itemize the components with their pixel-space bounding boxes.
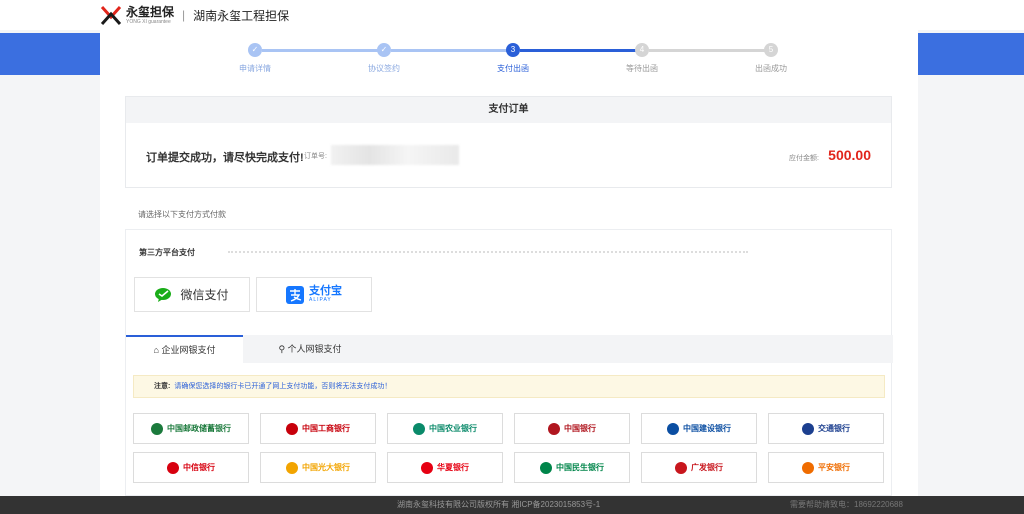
bank-name: 中国银行 bbox=[564, 424, 596, 433]
step-label: 出函成功 bbox=[755, 64, 787, 73]
bank-logo-icon bbox=[675, 461, 687, 474]
step-payment: 3 支付出函 bbox=[448, 42, 578, 74]
order-success-message: 订单提交成功，请尽快完成支付! bbox=[146, 152, 304, 164]
tab-enterprise-banking[interactable]: ⌂ 企业网银支付 bbox=[126, 335, 243, 363]
bank-tab-bar: ⌂ 企业网银支付 ⚲ 个人网银支付 bbox=[126, 335, 893, 363]
main-content: ✓ 申请详情 ✓ 协议签约 3 支付出函 4 等待出函 5 出函成功 支付订单 … bbox=[100, 30, 918, 496]
step-number: 4 bbox=[635, 43, 649, 57]
help-phone: 需要帮助请致电：18692220688 bbox=[790, 500, 903, 509]
bank-name: 中国光大银行 bbox=[302, 463, 350, 472]
step-success: 5 出函成功 bbox=[706, 42, 836, 74]
brand-separator: | bbox=[182, 8, 186, 22]
bank-logo-icon bbox=[540, 461, 552, 474]
tab-personal-banking[interactable]: ⚲ 个人网银支付 bbox=[250, 335, 370, 363]
bank-name: 华夏银行 bbox=[437, 463, 469, 472]
bank-logo-icon bbox=[413, 422, 425, 435]
tab-label: 个人网银支付 bbox=[287, 344, 342, 354]
tab-label: 企业网银支付 bbox=[161, 345, 216, 355]
step-label: 申请详情 bbox=[239, 64, 271, 73]
alipay-label: 支付宝 bbox=[309, 285, 342, 297]
bank-logo-icon bbox=[667, 422, 679, 435]
bank-name: 中国民生银行 bbox=[556, 463, 604, 472]
payment-methods: 第三方平台支付 微信支付 支付宝 ALIPAY ⌂ 企业网银支付 ⚲ 个人网银支… bbox=[125, 229, 893, 496]
copyright-text: 湖南永玺科技有限公司版权所有 湘ICP备2023015853号-1 bbox=[397, 500, 601, 509]
user-icon: ⚲ bbox=[278, 344, 288, 354]
payment-hint: 请选择以下支付方式付款 bbox=[138, 210, 226, 219]
bank-logo-icon bbox=[802, 461, 814, 474]
amount-due-label: 应付金额: bbox=[789, 155, 819, 162]
bank-name: 广发银行 bbox=[691, 463, 723, 472]
step-number: 3 bbox=[506, 43, 520, 57]
site-header: 永玺担保 YONG XI guarantee | 湖南永玺工程担保 bbox=[0, 0, 1024, 30]
alipay-icon bbox=[286, 285, 304, 304]
bank-option[interactable]: 平安银行 bbox=[768, 452, 884, 483]
order-panel-title: 支付订单 bbox=[126, 97, 891, 123]
order-number-redacted bbox=[331, 145, 459, 165]
step-label: 支付出函 bbox=[497, 64, 529, 73]
bank-name: 中信银行 bbox=[183, 463, 215, 472]
wechat-pay-button[interactable]: 微信支付 bbox=[134, 277, 250, 312]
bank-name: 交通银行 bbox=[818, 424, 850, 433]
site-footer: 湖南永玺科技有限公司版权所有 湘ICP备2023015853号-1 需要帮助请致… bbox=[0, 496, 1024, 514]
third-party-title: 第三方平台支付 bbox=[139, 248, 195, 257]
bank-logo-icon bbox=[286, 422, 298, 435]
bank-name: 中国农业银行 bbox=[429, 424, 477, 433]
step-waiting: 4 等待出函 bbox=[577, 42, 707, 74]
bank-logo-icon bbox=[167, 461, 179, 474]
side-band-left bbox=[0, 33, 100, 75]
brand-logo[interactable]: 永玺担保 YONG XI guarantee | 湖南永玺工程担保 bbox=[100, 4, 289, 26]
notice-label: 注意: bbox=[154, 383, 171, 390]
bank-logo-icon bbox=[802, 422, 814, 435]
notice-text: 请确保您选择的银行卡已开通了网上支付功能，否则将无法支付成功！ bbox=[174, 383, 392, 390]
alipay-subtitle: ALIPAY bbox=[309, 297, 332, 303]
order-summary: 订单提交成功，请尽快完成支付! 订单号: 应付金额: 500.00 bbox=[126, 123, 891, 187]
bank-option[interactable]: 中信银行 bbox=[133, 452, 249, 483]
bank-option[interactable]: 中国民生银行 bbox=[514, 452, 630, 483]
bank-option[interactable]: 中国建设银行 bbox=[641, 413, 757, 444]
bank-option[interactable]: 中国银行 bbox=[514, 413, 630, 444]
bank-logo-icon bbox=[286, 461, 298, 474]
bank-option[interactable]: 中国光大银行 bbox=[260, 452, 376, 483]
bank-name: 中国邮政储蓄银行 bbox=[167, 424, 231, 433]
step-agreement: ✓ 协议签约 bbox=[319, 42, 449, 74]
bank-logo-icon bbox=[548, 422, 560, 435]
check-icon: ✓ bbox=[248, 43, 262, 57]
alipay-button[interactable]: 支付宝 ALIPAY bbox=[256, 277, 372, 312]
bank-option[interactable]: 交通银行 bbox=[768, 413, 884, 444]
bank-name: 中国工商银行 bbox=[302, 424, 350, 433]
check-icon: ✓ bbox=[377, 43, 391, 57]
dotted-divider bbox=[228, 251, 748, 253]
step-application-details: ✓ 申请详情 bbox=[190, 42, 320, 74]
order-number-label: 订单号: bbox=[304, 153, 327, 160]
step-label: 协议签约 bbox=[368, 64, 400, 73]
order-panel: 支付订单 订单提交成功，请尽快完成支付! 订单号: 应付金额: 500.00 bbox=[125, 96, 892, 188]
bank-option[interactable]: 广发银行 bbox=[641, 452, 757, 483]
brand-name: 永玺担保 bbox=[126, 4, 175, 19]
step-number: 5 bbox=[764, 43, 778, 57]
wechat-pay-label: 微信支付 bbox=[180, 288, 229, 302]
bank-option[interactable]: 华夏银行 bbox=[387, 452, 503, 483]
bank-option[interactable]: 中国农业银行 bbox=[387, 413, 503, 444]
bank-option[interactable]: 中国工商银行 bbox=[260, 413, 376, 444]
side-band-right bbox=[918, 33, 1024, 75]
company-name: 湖南永玺工程担保 bbox=[193, 8, 290, 23]
bank-name: 中国建设银行 bbox=[683, 424, 731, 433]
step-label: 等待出函 bbox=[626, 64, 658, 73]
amount-due: 500.00 bbox=[828, 147, 871, 163]
bank-logo-icon bbox=[421, 461, 433, 474]
bank-logo-icon bbox=[151, 422, 163, 435]
notice-bar: 注意: 请确保您选择的银行卡已开通了网上支付功能，否则将无法支付成功！ bbox=[133, 375, 885, 398]
progress-steps: ✓ 申请详情 ✓ 协议签约 3 支付出函 4 等待出函 5 出函成功 bbox=[190, 42, 840, 82]
brand-logo-icon bbox=[100, 4, 122, 26]
brand-subtitle: YONG XI guarantee bbox=[126, 18, 171, 25]
bank-name: 平安银行 bbox=[818, 463, 850, 472]
bank-option[interactable]: 中国邮政储蓄银行 bbox=[133, 413, 249, 444]
wechat-icon bbox=[155, 287, 172, 302]
